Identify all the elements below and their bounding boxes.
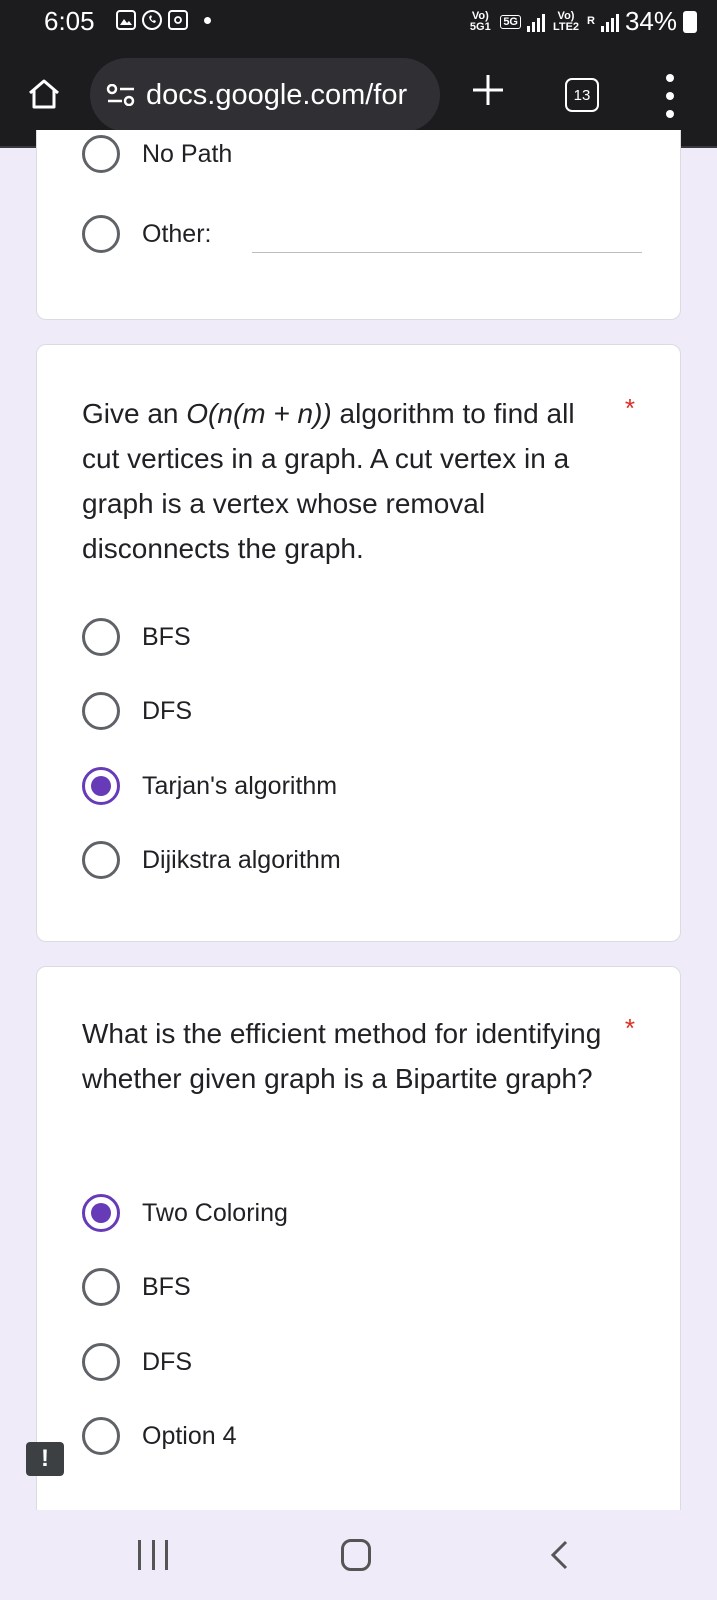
option-label: Option 4 — [142, 1421, 237, 1450]
more-menu-icon[interactable] — [664, 74, 676, 118]
radio-button[interactable] — [82, 841, 120, 879]
radio-button-selected[interactable] — [82, 1194, 120, 1232]
option-bfs[interactable]: BFS — [82, 1267, 191, 1307]
report-abuse-button[interactable]: ! — [26, 1442, 64, 1476]
option-two-coloring[interactable]: Two Coloring — [82, 1193, 288, 1233]
option-label: DFS — [142, 1347, 192, 1376]
option-dijikstra-algorithm[interactable]: Dijikstra algorithm — [82, 840, 341, 880]
question-text-prefix: Give an — [82, 398, 187, 429]
radio-button-selected[interactable] — [82, 767, 120, 805]
address-bar[interactable]: docs.google.com/for — [90, 58, 440, 132]
instagram-icon — [168, 10, 188, 30]
radio-button[interactable] — [82, 692, 120, 730]
sim2-volte-tag: Vo) LTE2 — [552, 9, 580, 33]
question-math: O(n(m + n)) — [186, 398, 332, 429]
question-card-bipartite: What is the efficient method for identif… — [36, 966, 681, 1600]
new-tab-icon[interactable] — [470, 72, 506, 108]
required-asterisk: * — [624, 393, 635, 423]
site-settings-icon[interactable] — [106, 84, 136, 106]
more-notifications-dot-icon — [204, 16, 211, 24]
question-card-cut-vertices: Give an O(n(m + n)) algorithm to find al… — [36, 344, 681, 942]
whatsapp-icon — [142, 10, 162, 30]
radio-button[interactable] — [82, 135, 120, 173]
home-nav-icon[interactable] — [341, 1539, 371, 1571]
option-label: DFS — [142, 696, 192, 725]
tab-switcher-button[interactable]: 13 — [565, 78, 599, 112]
network-5g-badge: 5G — [500, 14, 521, 29]
notification-icons — [116, 10, 211, 30]
system-status-icons: Vo) 5G1 5G Vo) LTE2 R 34% — [466, 6, 697, 37]
question-text: What is the efficient method for identif… — [82, 1018, 602, 1094]
option-label: Dijikstra algorithm — [142, 845, 341, 874]
option-label: Other: — [142, 219, 212, 248]
option-label: No Path — [142, 139, 233, 168]
other-text-input[interactable] — [252, 252, 642, 253]
radio-button[interactable] — [82, 618, 120, 656]
back-icon[interactable] — [548, 1540, 570, 1570]
roaming-indicator: R — [587, 15, 595, 27]
radio-button[interactable] — [82, 1343, 120, 1381]
recent-apps-icon[interactable] — [138, 1540, 168, 1570]
signal-sim1-icon — [527, 12, 545, 32]
signal-sim2-icon — [600, 12, 619, 32]
sim1-volte-tag: Vo) 5G1 — [469, 9, 491, 33]
option-label: Two Coloring — [142, 1198, 288, 1227]
previous-question-card: No Path Other: — [36, 130, 681, 320]
gallery-icon — [116, 10, 136, 30]
option-4[interactable]: Option 4 — [82, 1416, 237, 1456]
option-label: Tarjan's algorithm — [142, 771, 338, 800]
home-icon[interactable] — [26, 76, 62, 112]
status-bar: 6:05 Vo) 5G1 5G Vo) LTE2 R 34% — [0, 0, 717, 44]
option-no-path[interactable]: No Path — [82, 134, 232, 174]
battery-icon — [683, 10, 697, 33]
option-label: BFS — [142, 1272, 191, 1301]
radio-button[interactable] — [82, 1417, 120, 1455]
radio-button[interactable] — [82, 215, 120, 253]
option-dfs[interactable]: DFS — [82, 691, 192, 731]
system-navigation-bar — [0, 1510, 717, 1600]
option-label: BFS — [142, 622, 191, 651]
required-asterisk: * — [624, 1013, 635, 1043]
url-text[interactable]: docs.google.com/for — [146, 79, 407, 112]
option-other[interactable]: Other: — [82, 214, 211, 254]
status-time: 6:05 — [44, 6, 95, 36]
option-bfs[interactable]: BFS — [82, 617, 191, 657]
radio-button[interactable] — [82, 1268, 120, 1306]
question-text: Give an O(n(m + n)) algorithm to find al… — [82, 391, 612, 571]
option-dfs[interactable]: DFS — [82, 1342, 192, 1382]
battery-percent: 34% — [624, 6, 677, 36]
option-tarjans-algorithm[interactable]: Tarjan's algorithm — [82, 766, 337, 806]
